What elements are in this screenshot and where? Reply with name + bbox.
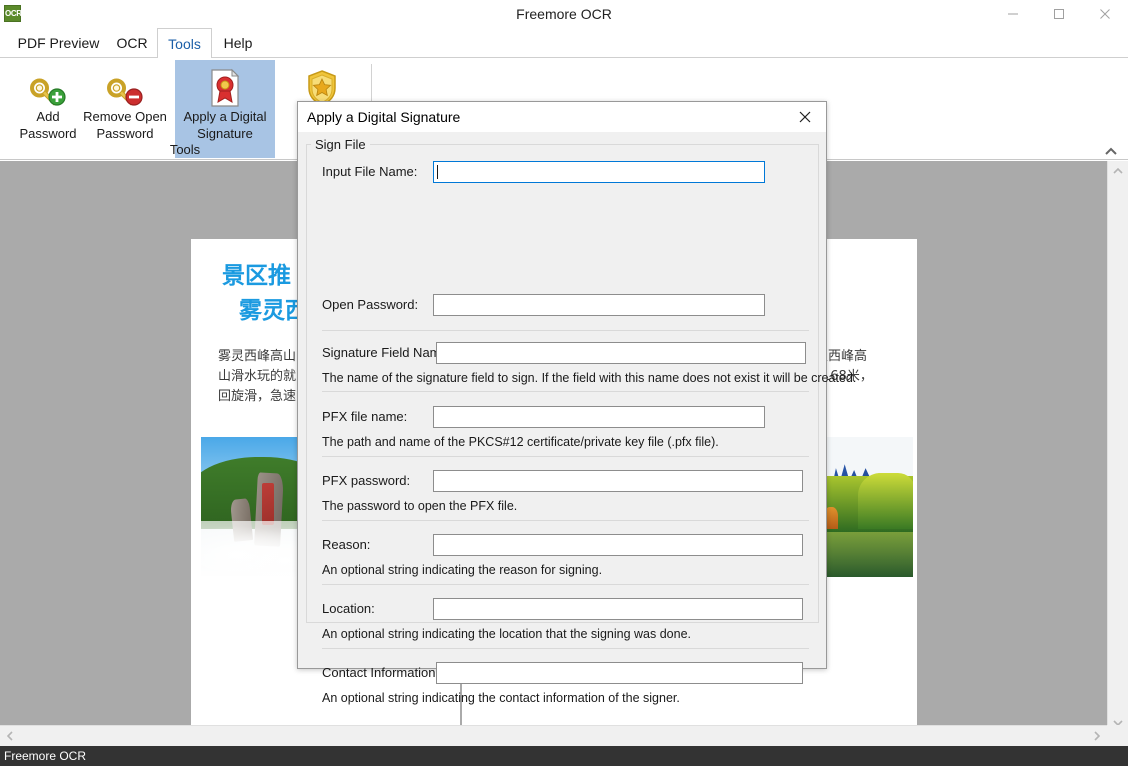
ribbon-tab-strip: PDF Preview OCR Tools Help xyxy=(0,28,1128,58)
field-hint-pfx-password: The password to open the PFX file. xyxy=(322,499,517,513)
label-line-1: Remove Open xyxy=(83,109,167,124)
page-body-line-2: 山滑水玩的就 xyxy=(218,367,296,387)
section-divider xyxy=(322,330,809,331)
field-hint-signature-field-name: The name of the signature field to sign.… xyxy=(322,371,856,385)
sign-file-legend: Sign File xyxy=(311,137,370,152)
field-label-location: Location: xyxy=(322,598,375,620)
open-password-field[interactable] xyxy=(433,294,765,316)
close-icon xyxy=(799,111,812,124)
horizontal-scrollbar[interactable] xyxy=(0,725,1107,746)
minimize-button[interactable] xyxy=(990,0,1036,28)
apply-digital-signature-dialog: Apply a Digital Signature Sign File Inpu… xyxy=(297,101,827,669)
dialog-title: Apply a Digital Signature xyxy=(307,102,460,132)
pfx-password-field[interactable] xyxy=(433,470,803,492)
field-label-signature-field-name: Signature Field Name: xyxy=(322,342,451,364)
dialog-close-button[interactable] xyxy=(784,102,826,132)
section-divider xyxy=(322,584,809,585)
vertical-scroll-thumb[interactable] xyxy=(1109,182,1127,712)
close-button[interactable] xyxy=(1082,0,1128,28)
section-divider xyxy=(322,391,809,392)
title-bar: OCR Freemore OCR xyxy=(0,0,1128,28)
chevron-right-icon xyxy=(1087,726,1107,746)
label-line-2: Signature xyxy=(197,126,253,141)
field-hint-contact-information: An optional string indicating the contac… xyxy=(322,691,680,705)
certificate-icon xyxy=(203,66,247,110)
close-icon xyxy=(1099,8,1111,20)
label-line-2: Password xyxy=(96,126,153,141)
text-caret xyxy=(437,165,438,179)
reason-field[interactable] xyxy=(433,534,803,556)
scroll-left-button[interactable] xyxy=(0,726,20,746)
input-file-name-field[interactable] xyxy=(433,161,765,183)
maximize-button[interactable] xyxy=(1036,0,1082,28)
location-field[interactable] xyxy=(433,598,803,620)
label-line-2: Password xyxy=(19,126,76,141)
pfx-file-name-field[interactable] xyxy=(433,406,765,428)
field-label-open-password: Open Password: xyxy=(322,294,418,316)
chevron-left-icon xyxy=(0,726,20,746)
field-label-pfx-file-name: PFX file name: xyxy=(322,406,407,428)
page-body-line-3: 回旋滑，急速 xyxy=(218,387,296,407)
ribbon-group-label: Tools xyxy=(140,142,230,157)
key-add-icon xyxy=(26,66,70,110)
contact-information-field[interactable] xyxy=(436,662,803,684)
tab-tools[interactable]: Tools xyxy=(157,28,212,58)
dialog-title-bar[interactable]: Apply a Digital Signature xyxy=(298,102,826,132)
status-bar: Freemore OCR xyxy=(0,746,1128,766)
label-line-1: Add xyxy=(36,109,59,124)
section-divider xyxy=(322,648,809,649)
page-body-line-1: 雾灵西峰高山 xyxy=(218,347,296,367)
minimize-icon xyxy=(1007,8,1019,20)
page-heading-line-1: 景区推 xyxy=(222,256,291,290)
field-hint-reason: An optional string indicating the reason… xyxy=(322,563,602,577)
field-label-reason: Reason: xyxy=(322,534,370,556)
section-divider xyxy=(322,456,809,457)
key-remove-icon xyxy=(103,66,147,110)
chevron-up-icon xyxy=(1100,144,1122,160)
scrollbar-corner xyxy=(1107,725,1128,746)
field-hint-pfx-file-name: The path and name of the PKCS#12 certifi… xyxy=(322,435,719,449)
ribbon-button-label: Apply a Digital Signature xyxy=(177,108,273,142)
tab-ocr[interactable]: OCR xyxy=(107,28,157,58)
field-hint-location: An optional string indicating the locati… xyxy=(322,627,691,641)
mountain-lake-photo xyxy=(822,437,913,577)
field-label-input-file-name: Input File Name: xyxy=(322,161,417,183)
scroll-right-button[interactable] xyxy=(1087,726,1107,746)
section-divider xyxy=(322,520,809,521)
field-label-contact-information: Contact Information: xyxy=(322,662,439,684)
application-window: OCR Freemore OCR PDF Preview OCR Tools H… xyxy=(0,0,1128,766)
chevron-up-icon xyxy=(1108,161,1128,181)
scroll-up-button[interactable] xyxy=(1108,161,1128,181)
field-label-pfx-password: PFX password: xyxy=(322,470,410,492)
vertical-scrollbar[interactable] xyxy=(1107,161,1128,733)
window-title: Freemore OCR xyxy=(0,0,1128,28)
ribbon-button-label: Remove Open Password xyxy=(79,108,171,142)
tab-help[interactable]: Help xyxy=(212,28,264,58)
signature-field-name-field[interactable] xyxy=(436,342,806,364)
maximize-icon xyxy=(1053,8,1065,20)
tab-pdf-preview[interactable]: PDF Preview xyxy=(10,28,107,58)
ribbon-collapse-button[interactable] xyxy=(1100,144,1122,160)
label-line-1: Apply a Digital xyxy=(183,109,266,124)
